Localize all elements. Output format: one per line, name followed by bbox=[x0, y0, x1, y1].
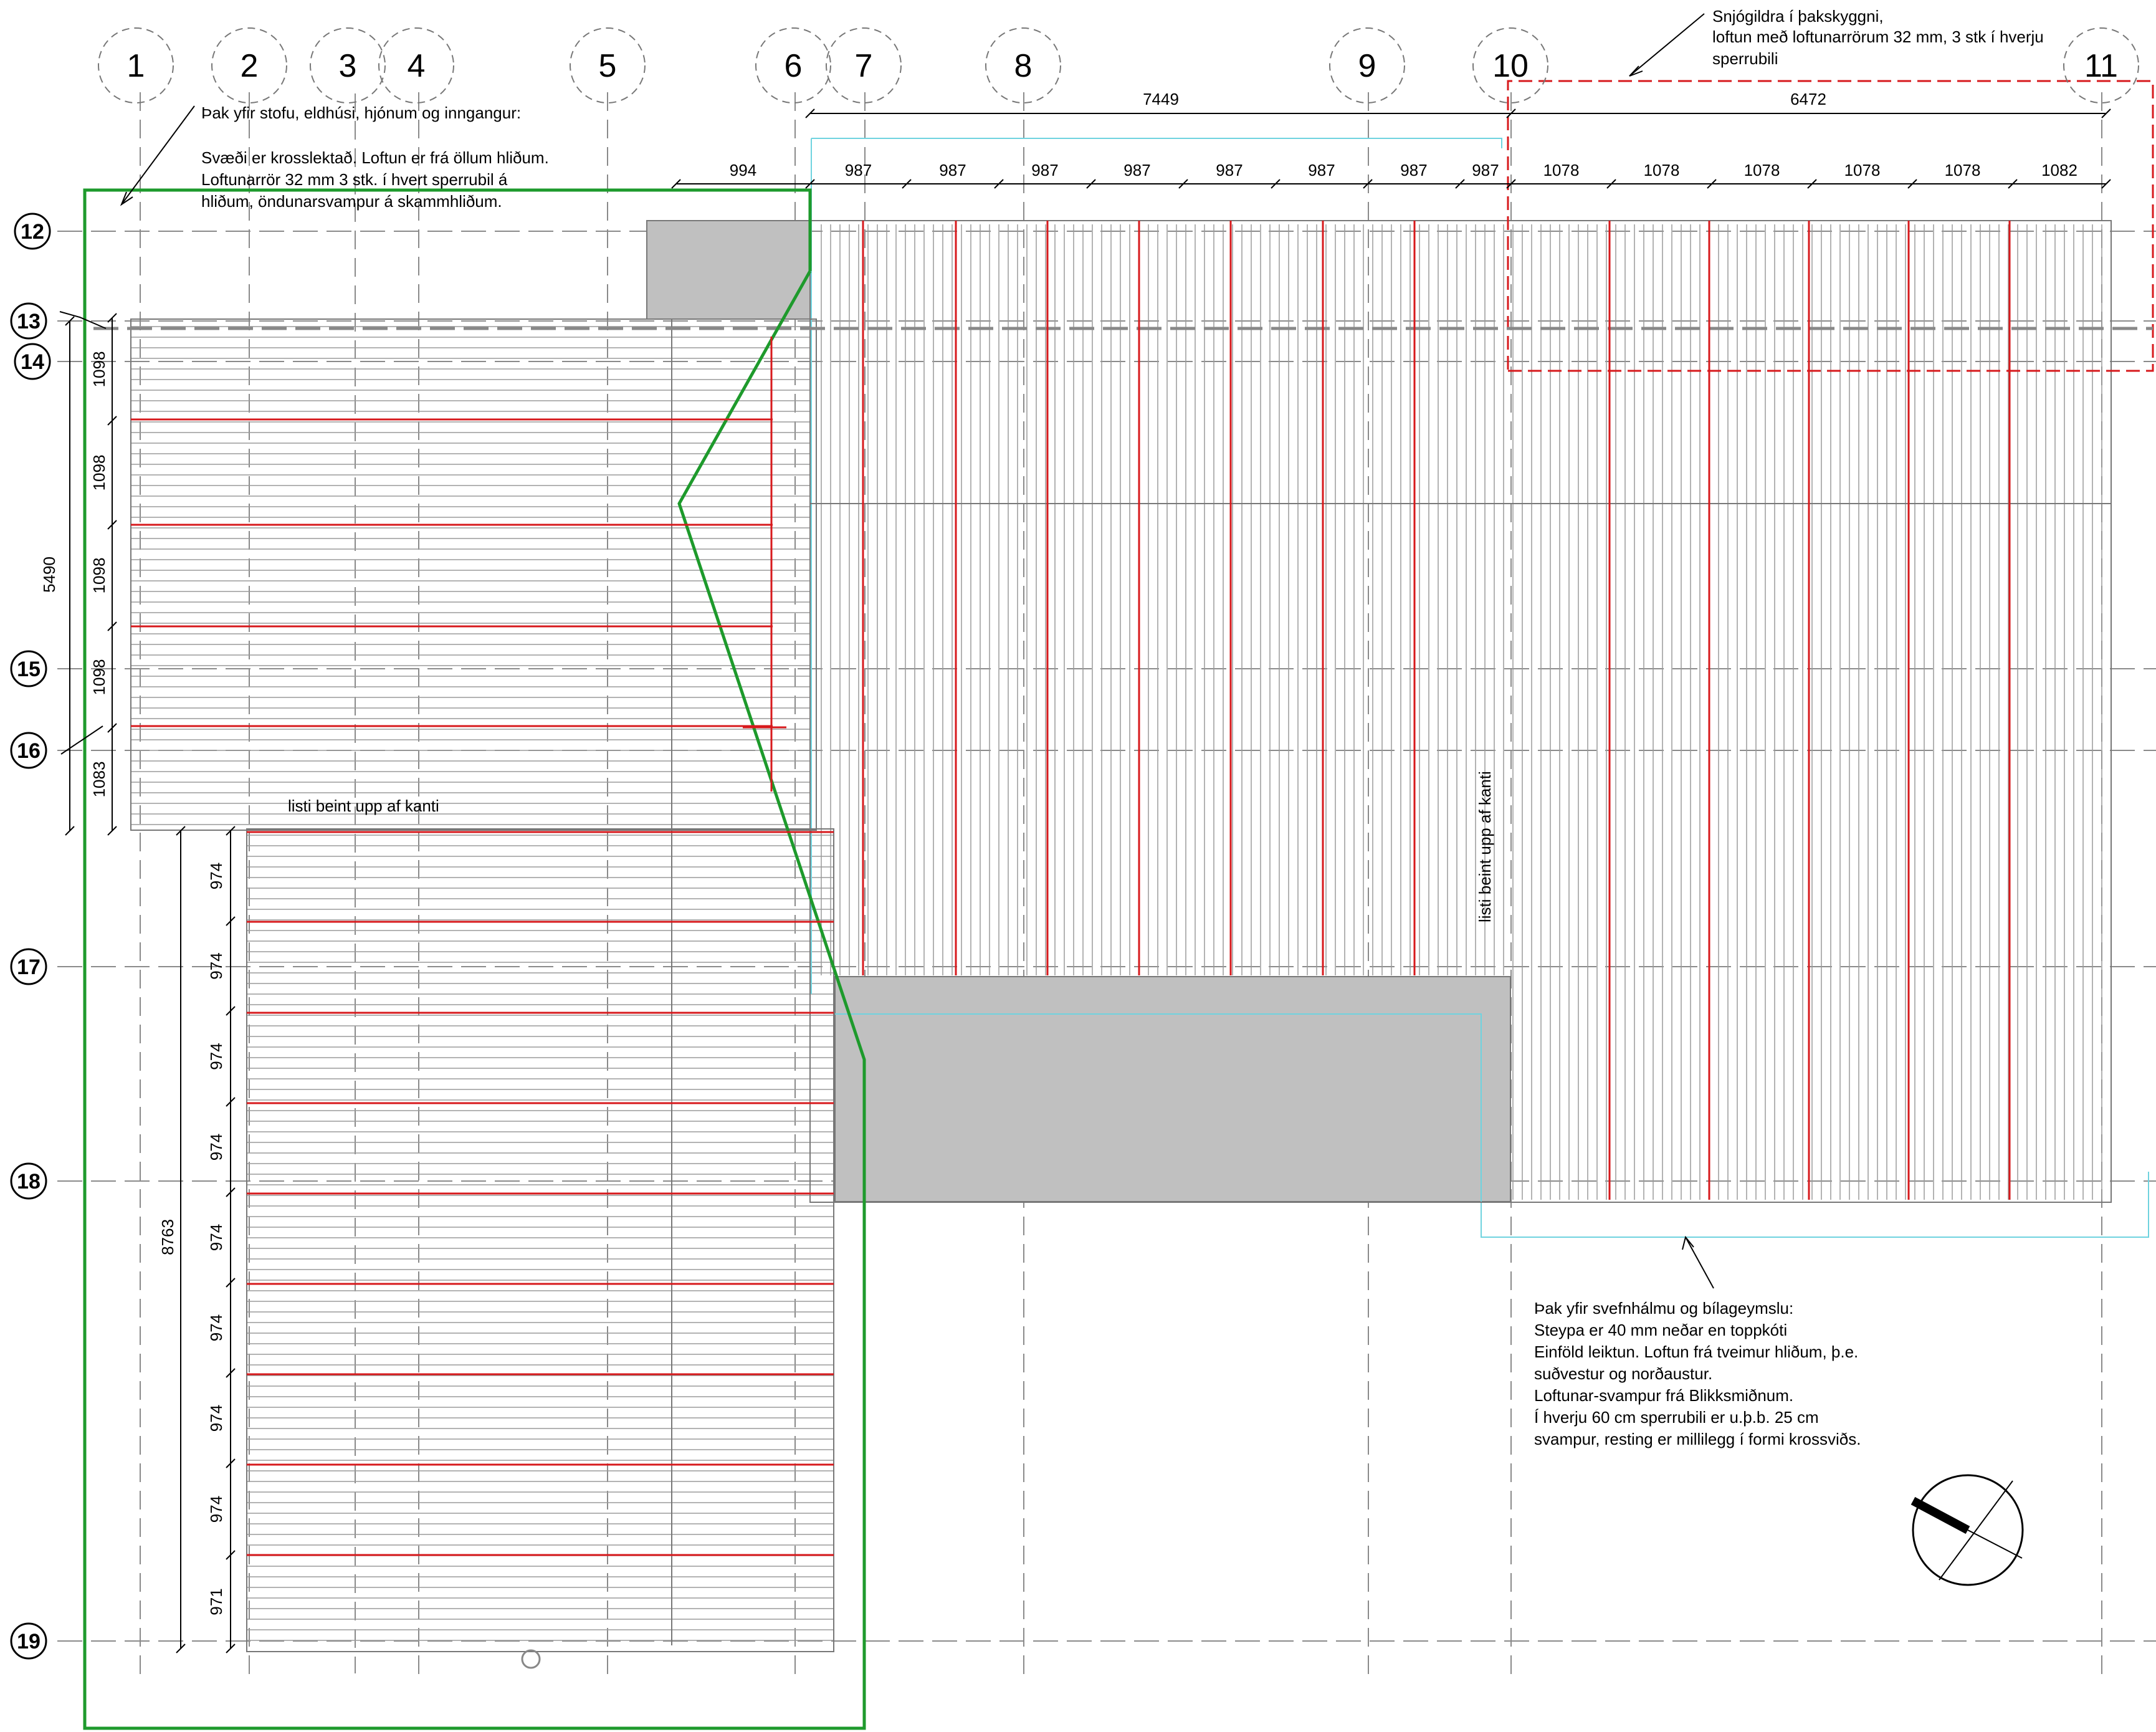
gray-area-middle bbox=[834, 976, 1511, 1202]
note-snow-guard-line2: loftun með loftunarrörum 32 mm, 3 stk í … bbox=[1712, 27, 2044, 46]
dim-text-top-segment: 1078 bbox=[1644, 161, 1680, 179]
dim-text-top-segment: 1082 bbox=[2041, 161, 2077, 179]
dim-text-top-segment: 987 bbox=[845, 161, 872, 179]
grid-label-horizontal: 14 bbox=[21, 350, 44, 374]
grid-label-vertical: 2 bbox=[241, 48, 259, 84]
note-bedroom-roof-line4: Loftunar-svampur frá Blikksmiðnum. bbox=[1534, 1386, 1793, 1405]
dim-text-left-upper-segment: 1098 bbox=[90, 558, 108, 594]
note-bedroom-roof-line6: svampur, resting er millilegg í formi kr… bbox=[1534, 1430, 1861, 1448]
dim-text-top-segment: 987 bbox=[1123, 161, 1150, 179]
dim-text-top-overall-right: 6472 bbox=[1790, 90, 1826, 108]
note-living-roof-line3: hliðum, öndunarsvampur á skammhliðum. bbox=[201, 192, 502, 211]
dim-text-top-segment: 987 bbox=[1216, 161, 1243, 179]
dim-text-top-segment: 1078 bbox=[1945, 161, 1981, 179]
grid-label-horizontal: 16 bbox=[17, 739, 41, 763]
grid-label-horizontal: 12 bbox=[21, 220, 44, 244]
edge-strip-label: listi beint upp af kanti bbox=[288, 797, 439, 815]
dim-text-left-upper-segment: 1083 bbox=[90, 762, 108, 798]
note-snow-guard-line1: Snjógildra í þakskyggni, bbox=[1712, 7, 1884, 26]
grid-label-horizontal: 17 bbox=[17, 955, 41, 979]
roof-plan-drawing: 7449 6472994 987 987 987 987 987 987 987 987 1078 1… bbox=[0, 0, 2156, 1732]
grid-label-horizontal: 18 bbox=[17, 1170, 41, 1194]
crossbattened-zone bbox=[83, 188, 866, 1730]
grid-label-vertical: 6 bbox=[785, 48, 803, 84]
dim-text-left-lower-overall: 8763 bbox=[158, 1219, 177, 1255]
dim-text-left-lower-segment: 974 bbox=[207, 1134, 226, 1160]
note-snow-guard-line3: sperrubili bbox=[1712, 49, 1778, 68]
roof-battens bbox=[131, 224, 2102, 1641]
note-bedroom-roof-line3: suðvestur og norðaustur. bbox=[1534, 1364, 1712, 1383]
dim-text-left-lower-segment: 974 bbox=[207, 863, 226, 889]
note-living-roof-line1: Svæði er krosslektað. Loftun er frá öllu… bbox=[201, 148, 549, 167]
dim-text-left-lower-segment: 971 bbox=[207, 1588, 226, 1615]
note-bedroom-roof-line2: Einföld leiktun. Loftun frá tveimur hlið… bbox=[1534, 1342, 1858, 1361]
dim-text-top-segment: 1078 bbox=[1543, 161, 1580, 179]
grid-label-horizontal: 15 bbox=[17, 658, 41, 681]
grid-label-vertical: 7 bbox=[855, 48, 873, 84]
dim-text-left-upper-overall: 5490 bbox=[40, 557, 59, 593]
dim-text-top-overall-left: 7449 bbox=[1143, 90, 1179, 108]
north-arrow-icon bbox=[1910, 1474, 2024, 1586]
note-bedroom-roof-line5: Í hverju 60 cm sperrubili er u.þ.b. 25 c… bbox=[1534, 1408, 1819, 1427]
grid-label-horizontal: 13 bbox=[17, 310, 41, 333]
dim-text-top-segment: 987 bbox=[1400, 161, 1427, 179]
dim-text-top-segment: 987 bbox=[1308, 161, 1335, 179]
grid-label-vertical: 8 bbox=[1014, 48, 1033, 84]
gray-area-top bbox=[646, 220, 811, 320]
dim-text-top-segment: 987 bbox=[939, 161, 966, 179]
dim-text-top-segment: 987 bbox=[1031, 161, 1058, 179]
edge-strip-label-vertical: listi beint upp af kanti bbox=[1476, 771, 1494, 922]
grid-label-vertical: 11 bbox=[2084, 48, 2118, 84]
dim-text-left-upper-segment: 1098 bbox=[90, 659, 108, 696]
note-living-roof-title: Þak yfir stofu, eldhúsi, hjónum og innga… bbox=[201, 103, 521, 122]
dim-text-top-segment: 1078 bbox=[1844, 161, 1881, 179]
grid-label-vertical: 3 bbox=[339, 48, 357, 84]
note-bedroom-roof-title: Þak yfir svefnhálmu og bílageymslu: bbox=[1534, 1299, 1793, 1318]
dim-text-left-lower-segment: 974 bbox=[207, 952, 226, 979]
grid-label-vertical: 4 bbox=[408, 48, 426, 84]
note-living-roof-line2: Loftunarrör 32 mm 3 stk. í hvert sperrub… bbox=[201, 170, 508, 189]
grid-label-vertical: 5 bbox=[599, 48, 617, 84]
grid-label-vertical: 9 bbox=[1358, 48, 1376, 84]
dim-text-left-lower-segment: 974 bbox=[207, 1496, 226, 1523]
dim-text-left-lower-segment: 974 bbox=[207, 1314, 226, 1341]
dim-text-left-upper-segment: 1098 bbox=[90, 352, 108, 388]
grid-bubbles: 1 2 3 4 5 6 7 8 9 10 111213141516171819 bbox=[10, 27, 2139, 1660]
note-bedroom-roof-line1: Steypa er 40 mm neðar en toppkóti bbox=[1534, 1321, 1787, 1339]
grid-label-horizontal: 19 bbox=[17, 1630, 41, 1653]
dim-text-left-lower-segment: 974 bbox=[207, 1405, 226, 1432]
dim-text-left-upper-segment: 1098 bbox=[90, 455, 108, 491]
dim-text-top-segment: 994 bbox=[730, 161, 756, 179]
grid-label-vertical: 1 bbox=[127, 48, 145, 84]
drain-marker bbox=[521, 1649, 541, 1669]
dim-text-left-lower-segment: 974 bbox=[207, 1224, 226, 1251]
dim-text-top-segment: 1078 bbox=[1744, 161, 1780, 179]
dim-text-left-lower-segment: 974 bbox=[207, 1043, 226, 1069]
grid-label-vertical: 10 bbox=[1492, 48, 1529, 84]
dim-text-top-segment: 987 bbox=[1472, 161, 1499, 179]
